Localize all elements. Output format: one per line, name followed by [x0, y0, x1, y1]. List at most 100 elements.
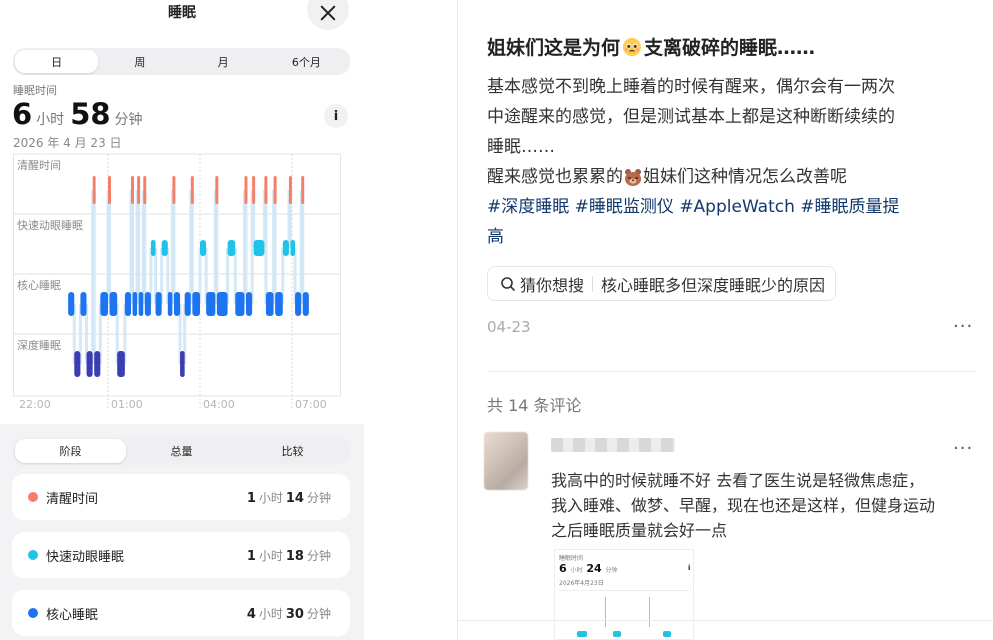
thumb-bar: [613, 631, 621, 637]
chart-segment: [131, 176, 134, 204]
stage-hours: 1: [246, 490, 256, 506]
tag-sleep-quality-cont[interactable]: 高: [487, 222, 504, 252]
chart-segment: [109, 292, 118, 316]
chart-segment: [94, 351, 101, 377]
chart-segment: [302, 292, 309, 316]
chart-segment: [150, 240, 156, 256]
stage-name: 核心睡眠: [46, 607, 99, 623]
duration-minutes-unit: 分钟: [114, 112, 143, 128]
chart-tick-label: 01:00: [111, 398, 143, 411]
tab-month[interactable]: 月: [182, 50, 265, 73]
comment-text-line: 之后睡眠质量就会好一点: [551, 521, 728, 540]
tab-week[interactable]: 周: [98, 50, 181, 73]
close-button[interactable]: [307, 0, 349, 30]
chart-segment: [288, 176, 292, 204]
tab-stages[interactable]: 阶段: [15, 439, 126, 463]
post-body-line: 醒来感觉也累累的 姐妹们这种情况怎么改善呢: [487, 162, 977, 192]
thumb-bar: [663, 631, 671, 637]
tag-deep-sleep[interactable]: #深度睡眠: [487, 192, 569, 222]
chart-connector: [301, 190, 305, 304]
chart-row-label: 清醒时间: [17, 159, 61, 172]
thumb-minutes-unit: 分钟: [605, 567, 618, 574]
chart-connector: [92, 190, 96, 364]
chart-segment: [252, 176, 256, 204]
stage-hours-unit: 小时: [258, 490, 283, 505]
comment-more-button[interactable]: ···: [953, 438, 973, 459]
close-icon: [320, 5, 336, 21]
tab-total[interactable]: 总量: [126, 439, 237, 463]
chart-segment: [275, 292, 283, 316]
stage-minutes-unit: 分钟: [306, 490, 331, 505]
chart-segment: [282, 240, 289, 256]
tab-day[interactable]: 日: [15, 50, 99, 73]
chart-segment: [92, 176, 96, 204]
chart-segment: [108, 176, 111, 204]
chart-segment: [117, 351, 125, 377]
chart-connector: [264, 190, 268, 304]
stage-hours: 1: [246, 548, 256, 564]
chart-segment: [206, 292, 216, 316]
post-tags-line: #深度睡眠 #睡眠监测仪 #AppleWatch #睡眠质量提: [487, 192, 977, 222]
chart-segment: [68, 292, 75, 316]
tab-compare[interactable]: 比较: [237, 439, 348, 463]
chart-connector: [131, 190, 135, 304]
chart-segment: [265, 292, 274, 316]
chart-connector: [215, 190, 219, 304]
stage-card-core[interactable]: 核心睡眠 4 小时 30 分钟: [12, 590, 350, 636]
chart-tick-label: 04:00: [203, 398, 235, 411]
avatar[interactable]: [484, 432, 528, 490]
post-body-text: 姐妹们这种情况怎么改善呢: [643, 167, 847, 187]
chart-segment: [143, 176, 147, 204]
stage-card-rem[interactable]: 快速动眼睡眠 1 小时 18 分钟: [12, 532, 350, 578]
duration-hours-unit: 小时: [36, 112, 65, 128]
post-body-text: 醒来感觉也累累的: [487, 167, 623, 187]
chart-segment: [184, 292, 191, 316]
post-divider: [487, 371, 975, 372]
chart-tick-label: 07:00: [295, 398, 327, 411]
stage-card-awake[interactable]: 清醒时间 1 小时 14 分钟: [12, 474, 350, 520]
tag-sleep-monitor[interactable]: #睡眠监测仪: [575, 192, 674, 222]
search-icon: [501, 276, 515, 291]
stage-minutes: 18: [285, 548, 304, 564]
chart-segment: [74, 351, 81, 377]
post-more-button[interactable]: ···: [953, 316, 973, 337]
comment-author-blurred[interactable]: [551, 438, 675, 452]
info-button[interactable]: i: [324, 104, 348, 128]
chart-segment: [290, 240, 296, 256]
post-tags-line: 高: [487, 222, 977, 252]
core-dot: [28, 608, 38, 618]
tag-sleep-quality[interactable]: #睡眠质量提: [800, 192, 899, 222]
chart-segment: [155, 292, 162, 316]
chart-segment: [124, 292, 131, 316]
comment-text: 我高中的时候就睡不好 去看了医生说是轻微焦虑症， 我入睡难、做梦、早醒，现在也还…: [551, 468, 981, 543]
stage-value: 1 小时 14 分钟: [247, 489, 334, 506]
thumb-duration: 6 小时 24 分钟: [559, 562, 618, 575]
chart-segment: [273, 176, 277, 204]
chart-connector: [244, 190, 248, 304]
comment-image-thumbnail[interactable]: 睡眠时间 6 小时 24 分钟 2026年4月23日 i: [554, 549, 694, 640]
thumb-hours-unit: 小时: [570, 567, 583, 574]
sleep-screenshot: 睡眠 日 周 月 6个月 睡眠时间 6 小时 58 分钟 i 2026 年 4 …: [0, 0, 364, 640]
chart-connector: [190, 190, 194, 304]
suggested-search-chip[interactable]: 猜你想搜 核心睡眠多但深度睡眠少的原因: [487, 266, 837, 301]
chart-segment: [227, 240, 236, 256]
stage-name: 快速动眼睡眠: [46, 549, 125, 565]
chart-segment: [192, 292, 200, 316]
chart-segment: [144, 292, 151, 316]
tag-apple-watch[interactable]: #AppleWatch: [679, 192, 795, 222]
stage-name: 清醒时间: [46, 491, 99, 507]
thumb-info: i: [688, 564, 691, 572]
tab-6months[interactable]: 6个月: [265, 50, 348, 73]
column-divider: [457, 0, 458, 640]
chart-segment: [80, 292, 87, 316]
thumb-bar: [649, 597, 650, 627]
thumb-date: 2026年4月23日: [559, 580, 604, 587]
search-chip-divider: [592, 275, 594, 292]
post-body: 基本感觉不到晚上睡着的时候有醒来，偶尔会有一两次 中途醒来的感觉，但是测试基本上…: [487, 72, 977, 252]
thumb-minutes: 24: [586, 562, 602, 575]
search-chip-prefix: 猜你想搜: [520, 275, 585, 295]
post-title: 姐妹们这是为何 支离破碎的睡眠……: [487, 33, 977, 60]
post-body-line: 基本感觉不到晚上睡着的时候有醒来，偶尔会有一两次: [487, 77, 895, 97]
post-title-part1: 姐妹们这是为何: [487, 37, 621, 59]
stats-tabs: 阶段 总量 比较: [13, 437, 350, 465]
